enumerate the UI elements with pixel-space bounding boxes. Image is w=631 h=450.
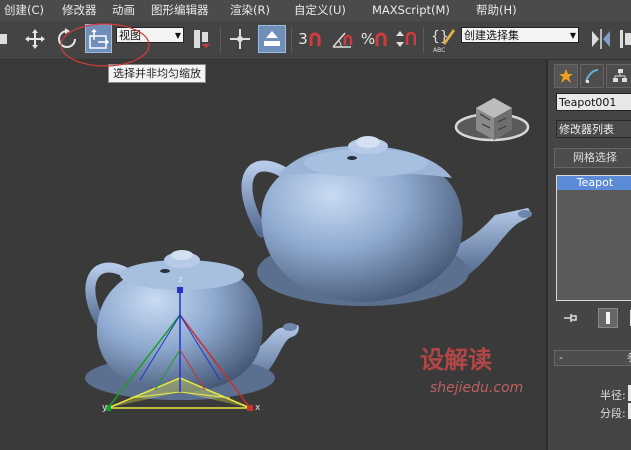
menu-animation[interactable]: 动画 (112, 0, 135, 21)
toolbar-divider (423, 27, 424, 53)
align-icon[interactable] (618, 25, 631, 53)
named-selection-sets-value: 创建选择集 (464, 29, 519, 42)
toolbar-divider (291, 27, 292, 53)
menu-customize[interactable]: 自定义(U) (294, 0, 346, 21)
menu-modifiers[interactable]: 修改器 (62, 0, 97, 21)
menu-rendering[interactable]: 渲染(R) (230, 0, 270, 21)
menu-create[interactable]: 创建(C) (4, 0, 44, 21)
mirror-icon[interactable] (588, 25, 614, 53)
manipulate-icon[interactable] (225, 25, 255, 53)
edit-named-selection-icon[interactable]: {} ABC (428, 25, 458, 53)
watermark-url: shejiedu.com (430, 380, 523, 396)
menu-help[interactable]: 帮助(H) (476, 0, 517, 21)
link-icon[interactable] (0, 25, 10, 53)
angle-snap-icon[interactable] (328, 25, 356, 53)
menu-graph-editors[interactable]: 图形编辑器 (151, 0, 209, 21)
object-name-field[interactable]: Teapot001 (556, 93, 631, 111)
show-end-result-icon[interactable] (598, 308, 618, 328)
viewcube-icon[interactable] (454, 98, 530, 142)
parameters-rollout-header[interactable]: - 参 (554, 350, 631, 366)
percent-snap-label: % (360, 30, 376, 48)
gizmo-x-label: x (255, 403, 261, 413)
named-selection-sets-dropdown[interactable]: 创建选择集 ▼ (461, 27, 579, 43)
menu-maxscript[interactable]: MAXScript(M) (372, 0, 450, 21)
pivot-center-icon[interactable] (189, 25, 215, 53)
modify-tab-icon[interactable] (580, 64, 604, 88)
teapot-large[interactable] (241, 136, 532, 306)
watermark-logo: 设解读 shejiedu.com (420, 346, 523, 396)
chevron-down-icon: ▼ (569, 31, 576, 40)
modifier-stack-list[interactable]: Teapot (556, 175, 631, 301)
highlight-ring (60, 23, 150, 67)
watermark-brand: 设解读 (420, 346, 492, 374)
svg-text:ABC: ABC (433, 47, 445, 53)
radius-label: 半径: (600, 389, 626, 402)
gizmo-y-label: y (102, 403, 108, 413)
rollout-collapse-toggle[interactable]: - (559, 351, 563, 364)
panel-tabs (554, 64, 631, 88)
stack-controls (556, 308, 631, 328)
chevron-down-icon: ▼ (174, 31, 181, 40)
mesh-select-button[interactable]: 网格选择 (554, 148, 631, 168)
rollout-title: 参 (627, 351, 631, 364)
toolbar-divider (220, 27, 221, 53)
modifier-stack-item[interactable]: Teapot (557, 176, 631, 190)
create-tab-icon[interactable] (554, 64, 578, 88)
percent-snap-icon[interactable]: % (360, 25, 388, 53)
keyboard-shortcut-override-icon[interactable] (258, 25, 286, 53)
spinner-snap-icon[interactable] (392, 25, 418, 53)
command-panel: Teapot001 修改器列表 网格选择 Teapot - 参 半径: 分段: (547, 60, 631, 450)
snaps-toggle-icon[interactable]: 3 (296, 25, 324, 53)
perspective-viewport[interactable]: z y x 设解读 shejiedu.com (0, 60, 546, 450)
gizmo-z-label: z (178, 275, 183, 285)
snaps-toggle-label: 3 (298, 30, 308, 48)
segments-label: 分段: (600, 407, 626, 420)
menu-bar: 创建(C) 修改器 动画 图形编辑器 渲染(R) 自定义(U) MAXScrip… (0, 0, 631, 22)
select-move-icon[interactable] (22, 25, 48, 53)
hierarchy-tab-icon[interactable] (606, 64, 631, 88)
modifier-list-dropdown[interactable]: 修改器列表 (556, 120, 631, 138)
pin-stack-icon[interactable] (562, 310, 578, 326)
